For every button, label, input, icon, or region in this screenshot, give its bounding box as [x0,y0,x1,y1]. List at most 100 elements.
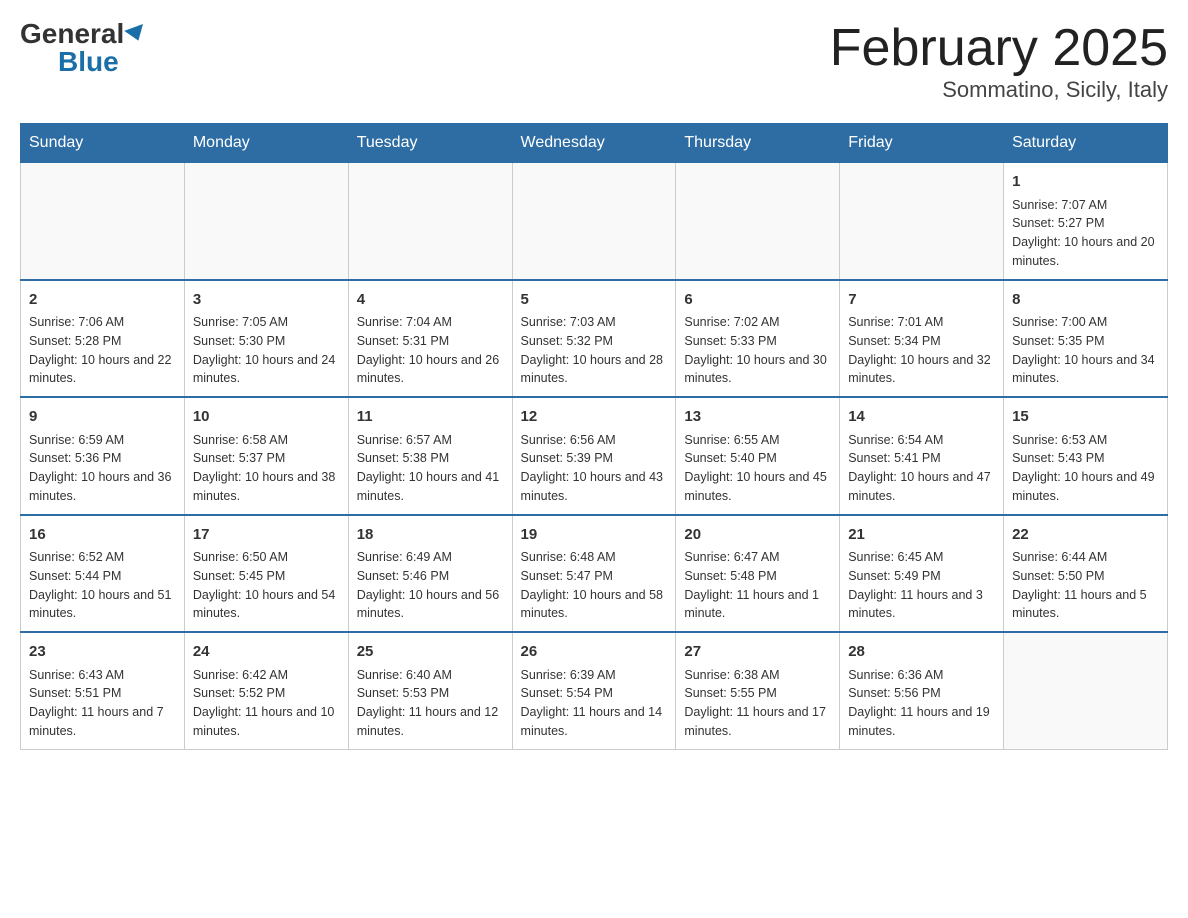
calendar-cell: 14 Sunrise: 6:54 AM Sunset: 5:41 PM Dayligh… [840,397,1004,515]
calendar-cell [512,163,676,280]
day-of-week-header: Wednesday [512,124,676,163]
daylight-text: Daylight: 11 hours and 1 minute. [684,588,819,621]
sunrise-text: Sunrise: 6:42 AM [193,668,288,682]
day-number: 15 [1012,406,1159,429]
day-number: 11 [357,406,504,429]
daylight-text: Daylight: 10 hours and 26 minutes. [357,353,499,386]
daylight-text: Daylight: 10 hours and 20 minutes. [1012,235,1154,268]
daylight-text: Daylight: 10 hours and 51 minutes. [29,588,171,621]
sunrise-text: Sunrise: 6:40 AM [357,668,452,682]
location-subtitle: Sommatino, Sicily, Italy [830,77,1168,103]
sunrise-text: Sunrise: 6:38 AM [684,668,779,682]
sunset-text: Sunset: 5:45 PM [193,569,285,583]
sunrise-text: Sunrise: 6:54 AM [848,433,943,447]
day-number: 22 [1012,524,1159,547]
sunrise-text: Sunrise: 6:59 AM [29,433,124,447]
calendar-cell [676,163,840,280]
sunrise-text: Sunrise: 6:55 AM [684,433,779,447]
sunset-text: Sunset: 5:53 PM [357,686,449,700]
day-number: 21 [848,524,995,547]
sunrise-text: Sunrise: 6:45 AM [848,550,943,564]
daylight-text: Daylight: 11 hours and 5 minutes. [1012,588,1147,621]
calendar-cell [1004,632,1168,749]
calendar-week-row: 23Sunrise: 6:43 AMSunset: 5:51 PMDayligh… [21,632,1168,749]
sunrise-text: Sunrise: 7:01 AM [848,315,943,329]
calendar-cell: 5Sunrise: 7:03 AMSunset: 5:32 PMDaylight… [512,280,676,398]
month-title: February 2025 [830,20,1168,77]
day-number: 10 [193,406,340,429]
calendar-cell: 9Sunrise: 6:59 AMSunset: 5:36 PMDaylight… [21,397,185,515]
sunset-text: Sunset: 5:39 PM [521,451,613,465]
logo-general-text: General [20,20,124,48]
calendar-cell: 12Sunrise: 6:56 AMSunset: 5:39 PMDayligh… [512,397,676,515]
daylight-text: Daylight: 10 hours and 24 minutes. [193,353,335,386]
day-number: 6 [684,289,831,312]
calendar-cell [840,163,1004,280]
daylight-text: Daylight: 11 hours and 17 minutes. [684,705,826,738]
sunset-text: Sunset: 5:51 PM [29,686,121,700]
day-of-week-header: Saturday [1004,124,1168,163]
day-number: 13 [684,406,831,429]
sunrise-text: Sunrise: 6:50 AM [193,550,288,564]
calendar-cell: 11Sunrise: 6:57 AMSunset: 5:38 PMDayligh… [348,397,512,515]
sunset-text: Sunset: 5:49 PM [848,569,940,583]
day-number: 27 [684,641,831,664]
calendar-cell: 17Sunrise: 6:50 AMSunset: 5:45 PMDayligh… [184,515,348,633]
daylight-text: Daylight: 10 hours and 58 minutes. [521,588,663,621]
day-number: 4 [357,289,504,312]
day-number: 28 [848,641,995,664]
logo-blue-text: Blue [58,48,119,76]
sunset-text: Sunset: 5:28 PM [29,334,121,348]
sunset-text: Sunset: 5:32 PM [521,334,613,348]
calendar-cell: 19Sunrise: 6:48 AMSunset: 5:47 PMDayligh… [512,515,676,633]
calendar-table: SundayMondayTuesdayWednesdayThursdayFrid… [20,123,1168,750]
daylight-text: Daylight: 10 hours and 43 minutes. [521,470,663,503]
daylight-text: Daylight: 10 hours and 36 minutes. [29,470,171,503]
calendar-cell: 8Sunrise: 7:00 AMSunset: 5:35 PMDaylight… [1004,280,1168,398]
sunset-text: Sunset: 5:52 PM [193,686,285,700]
day-of-week-header: Monday [184,124,348,163]
logo: General Blue [20,20,146,76]
daylight-text: Daylight: 10 hours and 41 minutes. [357,470,499,503]
sunset-text: Sunset: 5:41 PM [848,451,940,465]
calendar-cell: 10Sunrise: 6:58 AMSunset: 5:37 PMDayligh… [184,397,348,515]
sunset-text: Sunset: 5:36 PM [29,451,121,465]
calendar-header-row: SundayMondayTuesdayWednesdayThursdayFrid… [21,124,1168,163]
sunset-text: Sunset: 5:40 PM [684,451,776,465]
day-number: 2 [29,289,176,312]
day-number: 12 [521,406,668,429]
sunset-text: Sunset: 5:27 PM [1012,216,1104,230]
calendar-cell: 28Sunrise: 6:36 AMSunset: 5:56 PMDayligh… [840,632,1004,749]
day-number: 18 [357,524,504,547]
day-number: 7 [848,289,995,312]
sunrise-text: Sunrise: 7:05 AM [193,315,288,329]
daylight-text: Daylight: 11 hours and 3 minutes. [848,588,983,621]
sunrise-text: Sunrise: 7:00 AM [1012,315,1107,329]
calendar-cell [184,163,348,280]
page-header: General Blue February 2025 Sommatino, Si… [20,20,1168,103]
calendar-cell: 15Sunrise: 6:53 AMSunset: 5:43 PMDayligh… [1004,397,1168,515]
daylight-text: Daylight: 10 hours and 54 minutes. [193,588,335,621]
sunset-text: Sunset: 5:48 PM [684,569,776,583]
calendar-cell: 22Sunrise: 6:44 AMSunset: 5:50 PMDayligh… [1004,515,1168,633]
sunset-text: Sunset: 5:34 PM [848,334,940,348]
sunset-text: Sunset: 5:54 PM [521,686,613,700]
sunset-text: Sunset: 5:56 PM [848,686,940,700]
day-number: 25 [357,641,504,664]
daylight-text: Daylight: 11 hours and 14 minutes. [521,705,663,738]
daylight-text: Daylight: 10 hours and 49 minutes. [1012,470,1154,503]
daylight-text: Daylight: 10 hours and 34 minutes. [1012,353,1154,386]
sunset-text: Sunset: 5:55 PM [684,686,776,700]
calendar-cell [21,163,185,280]
day-of-week-header: Tuesday [348,124,512,163]
day-of-week-header: Thursday [676,124,840,163]
day-number: 14 [848,406,995,429]
sunrise-text: Sunrise: 6:57 AM [357,433,452,447]
daylight-text: Daylight: 10 hours and 47 minutes. [848,470,990,503]
sunset-text: Sunset: 5:50 PM [1012,569,1104,583]
day-of-week-header: Friday [840,124,1004,163]
day-number: 26 [521,641,668,664]
sunrise-text: Sunrise: 6:48 AM [521,550,616,564]
calendar-cell: 13Sunrise: 6:55 AMSunset: 5:40 PMDayligh… [676,397,840,515]
sunrise-text: Sunrise: 7:04 AM [357,315,452,329]
